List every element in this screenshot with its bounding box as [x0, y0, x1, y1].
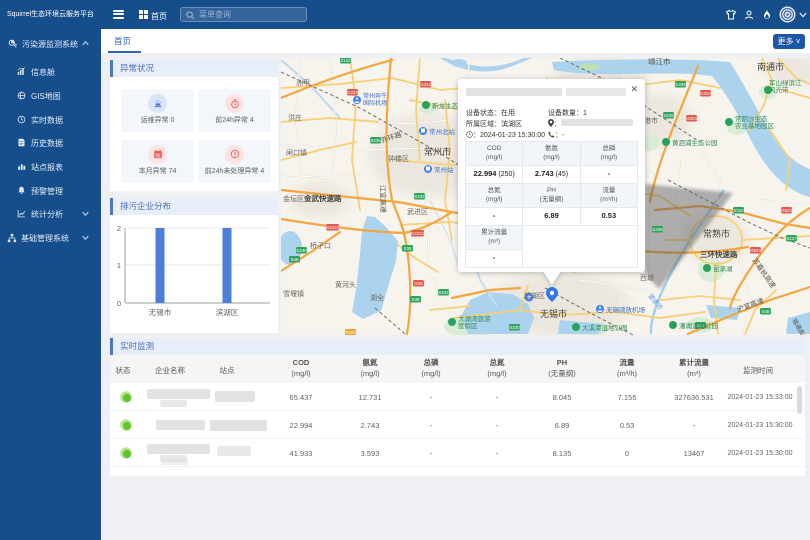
svg-text:风光带: 风光带 [769, 85, 789, 94]
svg-text:X203: X203 [345, 330, 356, 335]
svg-text:雪堰镇: 雪堰镇 [283, 289, 304, 298]
svg-text:G524: G524 [750, 248, 762, 253]
svg-text:S240: S240 [296, 248, 307, 253]
svg-text:常熟市: 常熟市 [703, 228, 730, 239]
svg-text:无锡市: 无锡市 [540, 308, 567, 319]
svg-text:G204: G204 [700, 91, 712, 96]
svg-text:S232: S232 [414, 194, 425, 199]
svg-text:G4221: G4221 [411, 231, 425, 236]
svg-text:S39: S39 [403, 246, 412, 251]
svg-text:金坛区: 金坛区 [283, 194, 304, 203]
svg-text:S228: S228 [663, 113, 674, 118]
svg-text:靖江市: 靖江市 [648, 58, 671, 66]
svg-text:S342: S342 [438, 290, 449, 295]
svg-text:滨湖区: 滨湖区 [524, 291, 545, 300]
svg-text:G524: G524 [781, 208, 793, 213]
svg-text:南通市: 南通市 [757, 61, 784, 72]
svg-text:S338: S338 [652, 227, 663, 232]
svg-text:常州站: 常州站 [434, 165, 454, 174]
svg-text:钟楼区: 钟楼区 [388, 154, 409, 163]
svg-text:0: 0 [117, 299, 121, 308]
svg-text:武进区: 武进区 [407, 207, 428, 216]
svg-text:常州奔牛: 常州奔牛 [363, 92, 387, 100]
svg-text:金武快速路: 金武快速路 [303, 193, 342, 203]
svg-text:大溪港湿地公园: 大溪港湿地公园 [582, 323, 628, 332]
svg-text:常阴沙生态: 常阴沙生态 [735, 114, 768, 123]
svg-text:农业基地园区: 农业基地园区 [735, 121, 775, 130]
svg-text:洪庄: 洪庄 [288, 113, 302, 122]
svg-text:常州北站: 常州北站 [429, 127, 456, 136]
svg-text:西塘: 西塘 [640, 273, 654, 282]
svg-text:S48: S48 [761, 309, 770, 314]
svg-text:无锡硕放机场: 无锡硕放机场 [606, 305, 646, 314]
svg-text:S39: S39 [411, 297, 420, 302]
svg-text:G42: G42 [414, 281, 423, 286]
svg-text:无锡市: 无锡市 [149, 307, 172, 317]
svg-text:S122: S122 [340, 58, 351, 63]
svg-text:2: 2 [117, 224, 121, 233]
svg-text:国际机场: 国际机场 [363, 99, 387, 107]
svg-text:湖全: 湖全 [370, 293, 384, 302]
svg-text:S342: S342 [733, 208, 744, 213]
svg-text:G204: G204 [686, 116, 698, 121]
svg-text:S230: S230 [509, 325, 520, 330]
svg-text:S48: S48 [290, 257, 299, 262]
svg-text:度假区: 度假区 [458, 321, 478, 330]
svg-text:黄河头: 黄河头 [335, 280, 356, 289]
svg-text:S227: S227 [786, 236, 797, 241]
svg-text:G312: G312 [420, 82, 432, 87]
svg-text:洲甲: 洲甲 [296, 79, 310, 87]
svg-text:常州市: 常州市 [424, 146, 451, 157]
svg-text:滨湖区: 滨湖区 [216, 307, 239, 317]
svg-text:黄泗浦生态公园: 黄泗浦生态公园 [672, 138, 718, 147]
svg-text:军山绿滨江: 军山绿滨江 [769, 78, 802, 87]
svg-text:G4221: G4221 [326, 225, 340, 230]
svg-text:闸口镇: 闸口镇 [286, 148, 307, 157]
svg-text:G233: G233 [347, 90, 359, 95]
svg-text:1: 1 [117, 261, 121, 270]
svg-text:桥子口: 桥子口 [310, 241, 331, 250]
svg-text:三环快速路: 三环快速路 [700, 249, 738, 259]
svg-text:漕湖湿地公园: 漕湖湿地公园 [679, 321, 718, 330]
svg-text:昆承湖: 昆承湖 [713, 264, 733, 273]
svg-text:太湖湾旅游: 太湖湾旅游 [458, 314, 491, 323]
svg-text:S338: S338 [675, 82, 686, 87]
